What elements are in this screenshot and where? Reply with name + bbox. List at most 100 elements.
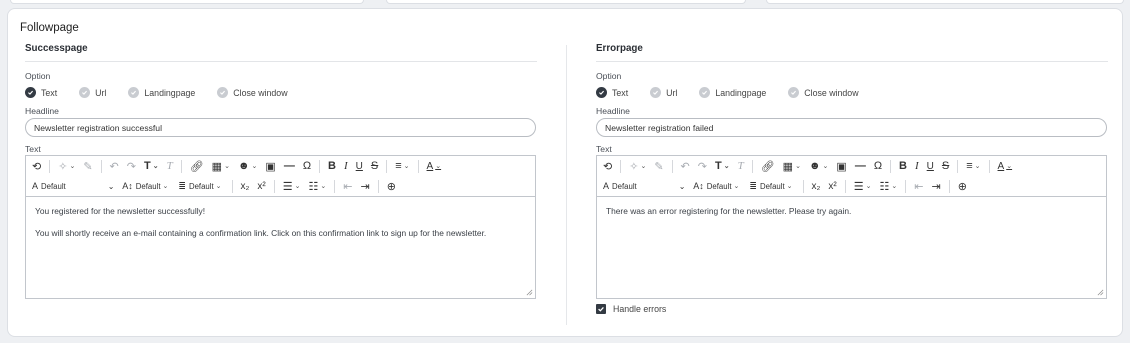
- underline-icon[interactable]: U: [927, 161, 934, 172]
- bulleted-list-icon[interactable]: ☷ ⌄: [880, 180, 898, 193]
- outdent-icon[interactable]: ⇤: [914, 180, 923, 193]
- line-height-value: Default: [759, 181, 785, 191]
- numbered-list-icon[interactable]: ☰ ⌄: [854, 180, 872, 193]
- option-label: Option: [596, 71, 622, 81]
- paint-format-icon[interactable]: T ⌄: [715, 160, 730, 172]
- strikethrough-icon[interactable]: S: [942, 160, 949, 172]
- subscript-icon[interactable]: x₂: [812, 181, 821, 192]
- error-option-landingpage[interactable]: Landingpage: [699, 87, 766, 98]
- remove-format-icon[interactable]: T: [738, 160, 744, 172]
- resize-handle-icon[interactable]: [526, 289, 533, 296]
- strikethrough-icon[interactable]: S: [371, 160, 378, 172]
- option-label-close-window: Close window: [804, 87, 859, 98]
- font-family-caret[interactable]: ⌄: [679, 182, 686, 191]
- font-family-dropdown[interactable]: A Default: [603, 181, 637, 191]
- link-icon[interactable]: 🔗︎: [190, 160, 204, 173]
- special-character-icon[interactable]: Ω: [874, 160, 882, 172]
- toolbar-separator: [180, 159, 182, 173]
- emoji-icon[interactable]: ☻ ⌄: [238, 160, 257, 172]
- font-family-dropdown[interactable]: A Default: [32, 181, 66, 191]
- font-size-value: Default: [706, 181, 732, 191]
- toolbar-separator: [890, 159, 892, 173]
- redo-icon[interactable]: ↷: [698, 160, 707, 173]
- font-family-caret[interactable]: ⌄: [108, 182, 115, 191]
- anchor-icon[interactable]: ⊕: [958, 180, 967, 193]
- source-code-icon[interactable]: ⟲: [603, 160, 612, 173]
- align-icon[interactable]: ≡ ⌄: [966, 160, 980, 172]
- editor-paragraph: You registered for the newsletter succes…: [35, 206, 206, 216]
- horizontal-line-icon[interactable]: —: [855, 160, 866, 172]
- success-option-close-window[interactable]: Close window: [217, 87, 288, 98]
- resize-handle-icon[interactable]: [1097, 289, 1104, 296]
- radio-unchecked-icon: [699, 87, 711, 98]
- font-size-dropdown[interactable]: A↕ Default ⌄: [122, 181, 168, 191]
- editor-toolbar-row-2: A Default ⌄ A↕ Default ⌄ ≣ Default ⌄ x₂ x² ☰ ⌄…: [597, 176, 1106, 197]
- remove-format-icon[interactable]: T: [167, 160, 173, 172]
- table-icon[interactable]: ▦ ⌄: [783, 160, 801, 173]
- error-option-close-window[interactable]: Close window: [788, 87, 859, 98]
- success-option-url[interactable]: Url: [79, 87, 106, 98]
- italic-icon[interactable]: I: [915, 160, 919, 172]
- bulleted-list-icon[interactable]: ☷ ⌄: [309, 180, 327, 193]
- paint-format-icon[interactable]: T ⌄: [144, 160, 159, 172]
- superscript-icon[interactable]: x²: [828, 181, 836, 192]
- numbered-list-icon[interactable]: ☰ ⌄: [283, 180, 301, 193]
- font-size-icon: A↕: [122, 181, 133, 191]
- handle-errors-checkbox[interactable]: Handle errors: [596, 304, 666, 314]
- undo-icon[interactable]: ↶: [110, 160, 119, 173]
- toolbar-separator: [844, 179, 846, 193]
- superscript-icon[interactable]: x²: [257, 181, 265, 192]
- clear-format-icon[interactable]: ✎: [83, 160, 92, 173]
- success-editor-content[interactable]: You registered for the newsletter succes…: [26, 197, 535, 258]
- line-height-value: Default: [188, 181, 214, 191]
- indent-icon[interactable]: ⇥: [931, 180, 940, 193]
- special-character-icon[interactable]: Ω: [303, 160, 311, 172]
- text-color-icon[interactable]: A ⌄: [427, 161, 442, 172]
- link-icon[interactable]: 🔗︎: [761, 160, 775, 173]
- radio-unchecked-icon: [650, 87, 662, 98]
- success-option-text[interactable]: Text: [25, 87, 57, 98]
- error-editor-content[interactable]: There was an error registering for the n…: [597, 197, 1106, 237]
- outdent-icon[interactable]: ⇤: [343, 180, 352, 193]
- line-height-dropdown[interactable]: ≣ Default ⌄: [749, 181, 792, 192]
- success-option-group: Text Url Landingpage Close window: [25, 87, 310, 98]
- horizontal-line-icon[interactable]: —: [284, 160, 295, 172]
- bold-icon[interactable]: B: [328, 160, 336, 172]
- subscript-icon[interactable]: x₂: [241, 181, 250, 192]
- option-label-text: Text: [41, 87, 58, 98]
- radio-unchecked-icon: [128, 87, 140, 98]
- success-headline-input[interactable]: [25, 118, 536, 137]
- radio-unchecked-icon: [79, 87, 91, 98]
- column-divider: [566, 45, 567, 325]
- error-option-url[interactable]: Url: [650, 87, 677, 98]
- toolbar-separator: [671, 159, 673, 173]
- editor-toolbar-row-1: ⟲ ✧ ⌄ ✎ ↶ ↷ T ⌄ T 🔗︎ ▦ ⌄ ☻ ⌄ ▣ — Ω B I U S ≡…: [597, 156, 1106, 176]
- anchor-icon[interactable]: ⊕: [387, 180, 396, 193]
- table-icon[interactable]: ▦ ⌄: [212, 160, 230, 173]
- align-icon[interactable]: ≡ ⌄: [395, 160, 409, 172]
- magic-wand-icon[interactable]: ✧ ⌄: [58, 160, 75, 173]
- magic-wand-icon[interactable]: ✧ ⌄: [629, 160, 646, 173]
- success-option-landingpage[interactable]: Landingpage: [128, 87, 195, 98]
- font-size-dropdown[interactable]: A↕ Default ⌄: [693, 181, 739, 191]
- image-icon[interactable]: ▣: [265, 160, 275, 173]
- bold-icon[interactable]: B: [899, 160, 907, 172]
- undo-icon[interactable]: ↶: [681, 160, 690, 173]
- error-headline-input[interactable]: [596, 118, 1107, 137]
- underline-icon[interactable]: U: [356, 161, 363, 172]
- indent-icon[interactable]: ⇥: [360, 180, 369, 193]
- italic-icon[interactable]: I: [344, 160, 348, 172]
- text-color-icon[interactable]: A ⌄: [998, 161, 1013, 172]
- line-height-dropdown[interactable]: ≣ Default ⌄: [178, 181, 221, 192]
- errorpage-section: Errorpage Option Text Url Landingpage Cl…: [596, 43, 1108, 314]
- clear-format-icon[interactable]: ✎: [654, 160, 663, 173]
- source-code-icon[interactable]: ⟲: [32, 160, 41, 173]
- toolbar-separator: [386, 159, 388, 173]
- handle-errors-label: Handle errors: [613, 304, 667, 314]
- redo-icon[interactable]: ↷: [127, 160, 136, 173]
- toolbar-separator: [49, 159, 51, 173]
- image-icon[interactable]: ▣: [836, 160, 846, 173]
- emoji-icon[interactable]: ☻ ⌄: [809, 160, 828, 172]
- error-option-text[interactable]: Text: [596, 87, 628, 98]
- headline-label: Headline: [25, 106, 59, 116]
